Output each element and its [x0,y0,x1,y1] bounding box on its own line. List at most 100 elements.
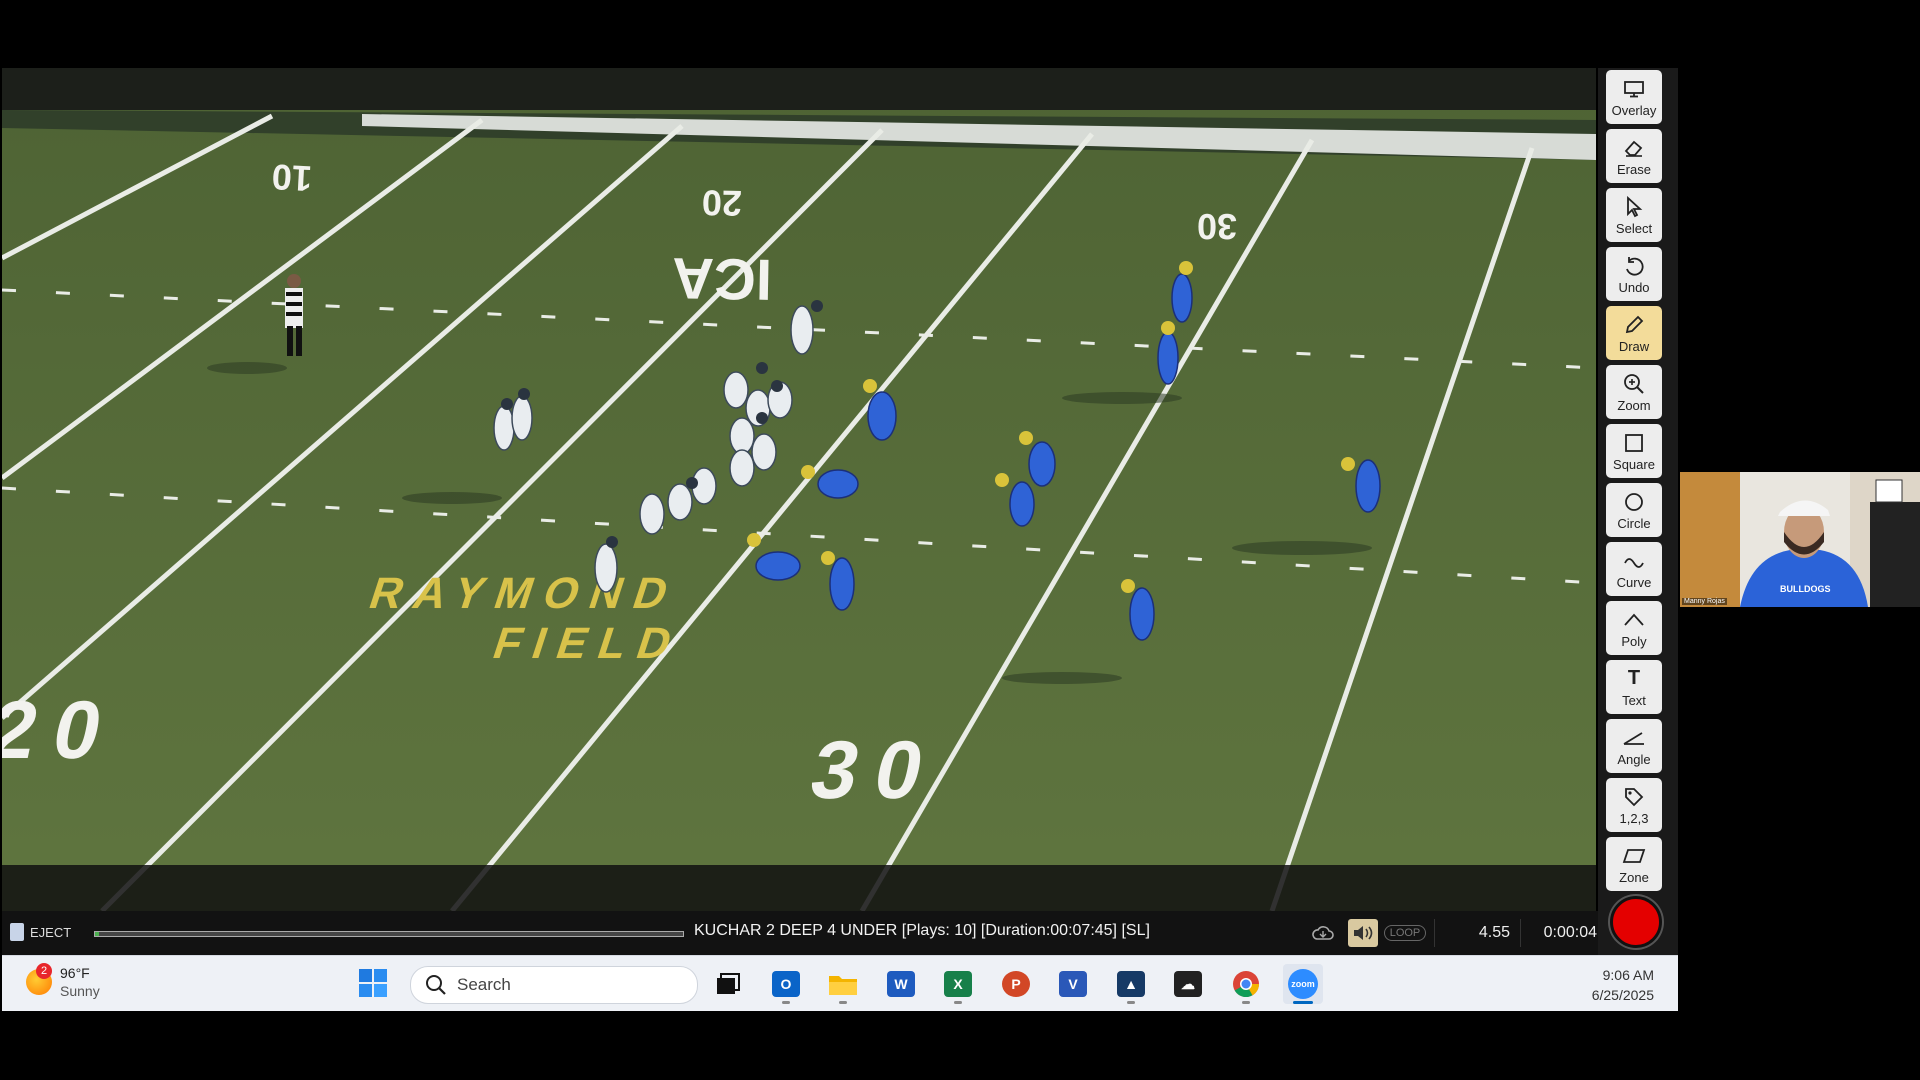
notification-badge: 2 [36,963,52,979]
clip-title: KUCHAR 2 DEEP 4 UNDER [Plays: 10] [Durat… [694,922,1150,939]
tool-label: Angle [1617,751,1651,767]
circle-icon [1621,490,1647,514]
participant-video[interactable]: BULLDOGS Manny Rojas [1680,472,1920,607]
scrub-progress [95,932,99,936]
windows-icon [359,969,387,997]
midfield-logo: ICA [672,245,773,312]
tool-circle-button[interactable]: Circle [1606,483,1662,537]
windows-taskbar: 2 96°F Sunny Search O W X P V ▲ ☁ zoom 9… [2,955,1678,1011]
tool-angle-button[interactable]: Angle [1606,719,1662,773]
task-view-button[interactable] [708,964,748,1004]
hudl-icon: ▲ [1117,971,1145,997]
square-icon [1621,431,1647,455]
poly-icon [1621,608,1647,632]
parallelogram-icon [1621,844,1647,868]
loop-button[interactable]: LOOP [1382,919,1428,947]
tool-label: Zone [1619,869,1649,885]
powerpoint-app[interactable]: P [996,964,1036,1004]
tool-overlay-button[interactable]: Overlay [1606,70,1662,124]
scrub-slider[interactable] [94,931,684,937]
word-icon: W [887,971,915,997]
tool-numbering-button[interactable]: 1,2,3 [1606,778,1662,832]
tool-label: Text [1622,692,1646,708]
tool-label: Overlay [1611,102,1657,118]
angle-icon [1621,726,1647,750]
folder-icon [829,976,857,995]
tool-erase-button[interactable]: Erase [1606,129,1662,183]
weather-widget[interactable]: 2 96°F Sunny [26,963,100,1000]
zoom-icon: zoom [1288,969,1318,999]
word-app[interactable]: W [881,964,921,1004]
tool-text-button[interactable]: T Text [1606,660,1662,714]
eject-icon [10,923,24,941]
task-view-icon [717,973,740,994]
tool-label: 1,2,3 [1619,810,1649,826]
search-placeholder: Search [457,975,511,994]
weather-condition: Sunny [60,983,100,999]
magnifier-icon [1621,372,1647,396]
tool-label: Poly [1621,633,1647,649]
tool-poly-button[interactable]: Poly [1606,601,1662,655]
cloud-icon[interactable] [1308,919,1338,947]
taskbar-search[interactable]: Search [410,966,698,1004]
zoom-app[interactable]: zoom [1283,964,1323,1004]
outlook-icon: O [772,971,800,997]
tool-label: Zoom [1617,397,1651,413]
pencil-icon [1621,313,1647,337]
yard-number-far: 30 [1197,206,1237,247]
system-clock[interactable]: 9:06 AM 6/25/2025 [1592,965,1654,1005]
visio-icon: V [1059,971,1087,997]
onedrive-app[interactable]: ☁ [1168,964,1208,1004]
yard-number-near: 20 [2,684,128,776]
tool-label: Erase [1617,161,1651,177]
record-button[interactable] [1610,896,1662,948]
visio-app[interactable]: V [1053,964,1093,1004]
outlook-app[interactable]: O [766,964,806,1004]
excel-icon: X [944,971,972,997]
stadium-name: RAYMOND [363,568,686,618]
tool-curve-button[interactable]: Curve [1606,542,1662,596]
powerpoint-icon: P [1002,971,1030,997]
tool-label: Circle [1617,515,1651,531]
timecode: 0:00:04 [1520,919,1597,947]
cursor-icon [1621,195,1647,219]
eject-label: EJECT [30,924,72,940]
tool-label: Draw [1618,338,1650,354]
tool-undo-button[interactable]: Undo [1606,247,1662,301]
screen-share-area: 10 20 30 ICA 20 30 RAYMOND FIELD EJECT K… [0,68,1678,1011]
excel-app[interactable]: X [938,964,978,1004]
tool-label: Curve [1616,574,1652,590]
tool-zone-button[interactable]: Zone [1606,837,1662,891]
tool-square-button[interactable]: Square [1606,424,1662,478]
tool-label: Undo [1618,279,1650,295]
football-field-scene: 10 20 30 ICA 20 30 RAYMOND FIELD [2,68,1596,911]
chrome-icon [1233,971,1260,998]
tool-select-button[interactable]: Select [1606,188,1662,242]
eraser-icon [1621,136,1647,160]
telestrator-toolbar: Overlay Erase Select Undo Draw Zoom Squa… [1598,68,1678,955]
chrome-app[interactable] [1226,964,1266,1004]
shirt-text: BULLDOGS [1780,584,1831,594]
monitor-icon [1621,77,1647,101]
sideline-crowd [2,68,1596,110]
eject-button[interactable]: EJECT [10,920,71,944]
hudl-app[interactable]: ▲ [1111,964,1151,1004]
undo-icon [1621,254,1647,278]
file-explorer-app[interactable] [823,964,863,1004]
clock-date: 6/25/2025 [1591,987,1654,1003]
start-button[interactable] [358,968,388,998]
clock-time: 9:06 AM [1602,967,1654,983]
participant-name: Manny Rojas [1682,598,1727,605]
tool-draw-button[interactable]: Draw [1606,306,1662,360]
volume-icon[interactable] [1348,919,1378,947]
tool-label: Square [1613,456,1655,472]
sun-icon: 2 [26,963,52,995]
stadium-name: FIELD [487,618,690,668]
video-frame[interactable]: 10 20 30 ICA 20 30 RAYMOND FIELD [2,68,1596,911]
yard-number-far: 20 [701,182,742,224]
cloud-drive-icon: ☁ [1174,971,1202,997]
webcam-feed: BULLDOGS [1680,472,1920,607]
curve-icon [1621,549,1647,573]
tag-icon [1621,785,1647,809]
tool-zoom-button[interactable]: Zoom [1606,365,1662,419]
